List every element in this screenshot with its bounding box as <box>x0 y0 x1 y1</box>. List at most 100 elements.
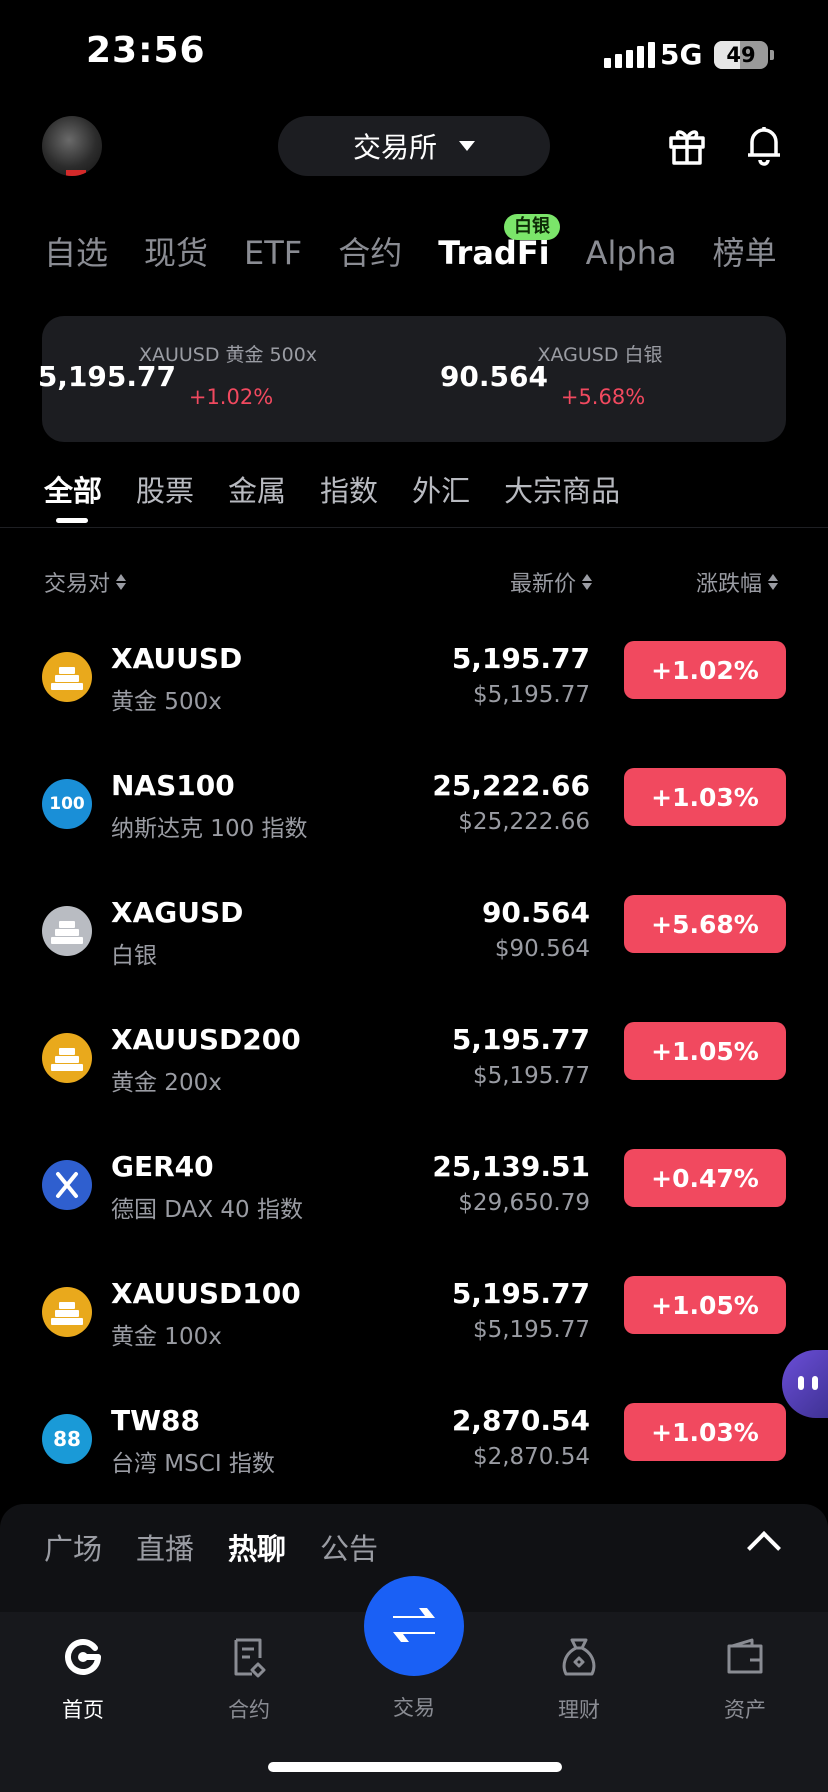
market-row[interactable]: XAUUSD 黄金 500x 5,195.77 $5,195.77 +1.02% <box>0 622 828 749</box>
subtab-all[interactable]: 全部 <box>44 468 102 510</box>
home-indicator[interactable] <box>268 1762 562 1772</box>
col-header-pair-label: 交易对 <box>44 572 111 597</box>
row-change[interactable]: +5.68% <box>624 895 786 953</box>
sheet-tab-square[interactable]: 广场 <box>44 1526 102 1568</box>
row-usd-price: $5,195.77 <box>472 1063 590 1089</box>
row-change[interactable]: +1.05% <box>624 1276 786 1334</box>
tab-futures[interactable]: 合约 <box>338 228 402 274</box>
row-price: 25,139.51 <box>432 1150 590 1183</box>
col-header-pair[interactable]: 交易对 <box>44 566 127 598</box>
exchange-label: 交易所 <box>352 131 437 164</box>
highlight-change: +1.02% <box>188 385 274 409</box>
market-row[interactable]: XAGUSD 白银 90.564 $90.564 +5.68% <box>0 876 828 1003</box>
market-row[interactable]: 88 TW88 台湾 MSCI 指数 2,870.54 $2,870.54 +1… <box>0 1384 828 1511</box>
divider <box>0 527 828 528</box>
swap-arrows-icon <box>393 1608 435 1642</box>
active-tab-indicator <box>56 518 88 523</box>
bell-icon[interactable] <box>746 124 782 166</box>
sheet-tab-hot-chat[interactable]: 热聊 <box>228 1526 286 1568</box>
tw88-icon: 88 <box>42 1414 92 1464</box>
row-change[interactable]: +0.47% <box>624 1149 786 1207</box>
nav-home-label: 首页 <box>62 1698 104 1722</box>
row-symbol: XAUUSD <box>111 642 243 675</box>
nas100-icon: 100 <box>42 779 92 829</box>
nav-assets-label: 资产 <box>724 1698 766 1722</box>
sheet-tab-announcements[interactable]: 公告 <box>320 1526 378 1568</box>
row-name: 黄金 500x <box>111 689 222 715</box>
category-tabs: 全部 股票 金属 指数 外汇 大宗商品 <box>44 468 654 510</box>
signal-icon <box>604 42 655 68</box>
exchange-switcher[interactable]: 交易所 <box>278 116 550 176</box>
col-header-change-label: 涨跌幅 <box>695 572 762 597</box>
subtab-indices[interactable]: 指数 <box>320 468 378 510</box>
tab-spot[interactable]: 现货 <box>144 228 208 274</box>
nav-assets[interactable]: 资产 <box>680 1636 810 1724</box>
nav-futures[interactable]: 合约 <box>184 1636 314 1724</box>
highlight-price: 90.564 <box>439 360 548 393</box>
market-row[interactable]: XAUUSD200 黄金 200x 5,195.77 $5,195.77 +1.… <box>0 1003 828 1130</box>
sort-icon <box>582 573 592 591</box>
avatar[interactable] <box>42 116 102 176</box>
trade-button[interactable] <box>364 1576 464 1676</box>
row-change[interactable]: +1.03% <box>624 1403 786 1461</box>
col-header-change[interactable]: 涨跌幅 <box>696 566 778 598</box>
row-change[interactable]: +1.03% <box>624 768 786 826</box>
nav-trade-label: 交易 <box>393 1696 435 1720</box>
highlight-xauusd[interactable]: XAUUSD 黄金 500x 5,195.77 +1.02% <box>38 340 414 410</box>
subtab-commodities[interactable]: 大宗商品 <box>504 468 620 510</box>
highlight-xagusd[interactable]: XAGUSD 白银 90.564 +5.68% <box>414 340 786 410</box>
row-symbol: XAUUSD200 <box>111 1023 301 1056</box>
chevron-up-icon[interactable] <box>747 1531 781 1565</box>
row-price: 2,870.54 <box>451 1404 590 1437</box>
silver-bars-icon <box>42 906 92 956</box>
row-change[interactable]: +1.02% <box>624 641 786 699</box>
network-label: 5G <box>660 38 703 71</box>
nav-earn[interactable]: 理财 <box>514 1636 644 1724</box>
highlight-card: XAUUSD 黄金 500x 5,195.77 +1.02% XAGUSD 白银 … <box>38 316 786 442</box>
row-price: 5,195.77 <box>451 642 590 675</box>
market-row[interactable]: 100 NAS100 纳斯达克 100 指数 25,222.66 $25,222… <box>0 749 828 876</box>
row-price: 25,222.66 <box>432 769 590 802</box>
row-symbol: XAUUSD100 <box>111 1277 301 1310</box>
row-name: 德国 DAX 40 指数 <box>111 1197 303 1223</box>
battery-icon: 49 <box>714 41 768 69</box>
row-name: 黄金 200x <box>111 1070 222 1096</box>
row-symbol: GER40 <box>111 1150 214 1183</box>
nav-home[interactable]: 首页 <box>18 1636 148 1724</box>
row-usd-price: $29,650.79 <box>458 1190 590 1216</box>
caret-down-icon <box>459 141 475 151</box>
home-icon <box>65 1639 101 1675</box>
row-symbol: NAS100 <box>111 769 235 802</box>
subtab-metals[interactable]: 金属 <box>228 468 286 510</box>
subtab-forex[interactable]: 外汇 <box>412 468 470 510</box>
market-row[interactable]: GER40 德国 DAX 40 指数 25,139.51 $29,650.79 … <box>0 1130 828 1257</box>
subtab-stocks[interactable]: 股票 <box>136 468 194 510</box>
sheet-tab-live[interactable]: 直播 <box>136 1526 194 1568</box>
highlight-price: 5,195.77 <box>37 360 176 393</box>
row-symbol: TW88 <box>111 1404 200 1437</box>
sort-icon <box>768 573 778 591</box>
nav-futures-label: 合约 <box>228 1698 270 1722</box>
row-price: 5,195.77 <box>451 1023 590 1056</box>
battery-level: 49 <box>726 43 756 67</box>
row-price: 5,195.77 <box>451 1277 590 1310</box>
status-time: 23:56 <box>86 30 206 71</box>
tab-rankings[interactable]: 榜单 <box>713 228 777 274</box>
market-row[interactable]: XAUUSD100 黄金 100x 5,195.77 $5,195.77 +1.… <box>0 1257 828 1384</box>
gift-icon[interactable] <box>668 126 706 166</box>
row-usd-price: $5,195.77 <box>472 1317 590 1343</box>
tab-alpha[interactable]: Alpha <box>586 234 677 272</box>
col-header-price[interactable]: 最新价 <box>510 566 592 598</box>
ger40-icon <box>42 1160 92 1210</box>
highlight-change: +5.68% <box>560 385 646 409</box>
sort-icon <box>116 573 127 591</box>
row-usd-price: $2,870.54 <box>472 1444 590 1470</box>
row-name: 纳斯达克 100 指数 <box>111 816 308 842</box>
tab-watchlist[interactable]: 自选 <box>44 228 108 274</box>
money-bag-icon <box>562 1638 596 1676</box>
battery-tip <box>770 50 774 60</box>
row-symbol: XAGUSD <box>111 896 244 929</box>
tab-etf[interactable]: ETF <box>244 234 302 272</box>
row-change[interactable]: +1.05% <box>624 1022 786 1080</box>
futures-icon <box>234 1638 266 1678</box>
